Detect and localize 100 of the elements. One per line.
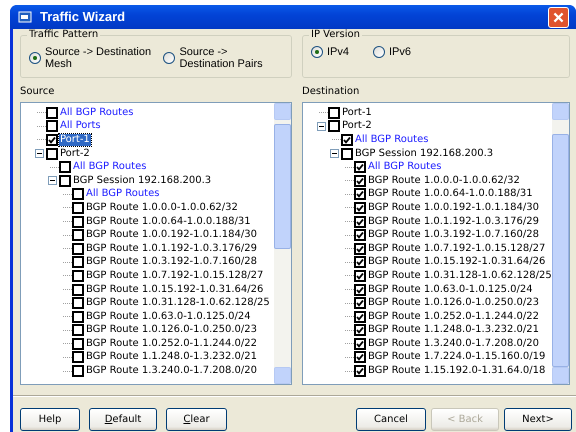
scrollbar[interactable] bbox=[552, 103, 569, 384]
checkbox[interactable] bbox=[354, 202, 366, 214]
tree-item[interactable]: All BGP Routes bbox=[85, 188, 160, 200]
tree-item[interactable]: BGP Route 1.1.248.0-1.3.232.0/21 bbox=[367, 324, 540, 336]
checkbox[interactable] bbox=[46, 106, 58, 119]
checkbox[interactable] bbox=[354, 216, 366, 228]
radio-label[interactable]: Source -> Destination Pairs bbox=[179, 46, 283, 70]
button[interactable]: Next> bbox=[504, 408, 572, 431]
checkbox[interactable] bbox=[59, 174, 71, 187]
checkbox[interactable] bbox=[59, 161, 71, 174]
checkbox[interactable] bbox=[354, 324, 366, 336]
tree-item[interactable]: BGP Route 1.1.248.0-1.3.232.0/21 bbox=[85, 351, 258, 364]
tree-item[interactable]: BGP Route 1.0.7.192-1.0.15.128/27 bbox=[85, 270, 264, 282]
tree-item[interactable]: BGP Route 1.0.0.64-1.0.0.188/31 bbox=[85, 216, 252, 228]
tree-item[interactable]: Port-1 bbox=[59, 134, 91, 146]
tree-item[interactable]: All BGP Routes bbox=[354, 134, 430, 146]
checkbox[interactable] bbox=[354, 188, 366, 200]
tree-item[interactable]: BGP Route 1.0.3.192-1.0.7.160/28 bbox=[367, 229, 540, 242]
tree-item[interactable]: BGP Route 1.0.126.0-1.0.250.0/23 bbox=[85, 324, 258, 336]
tree-item[interactable]: BGP Route 1.0.31.128-1.0.62.128/25 bbox=[367, 270, 552, 282]
button[interactable]: Clear bbox=[166, 408, 227, 431]
tree-item[interactable]: BGP Route 1.0.63.0-1.0.125.0/24 bbox=[85, 310, 252, 323]
tree-item[interactable]: BGP Route 1.0.3.192-1.0.7.160/28 bbox=[85, 256, 258, 268]
collapse-icon[interactable] bbox=[35, 149, 44, 158]
tree-item[interactable]: Port-2 bbox=[341, 120, 373, 132]
checkbox[interactable] bbox=[341, 134, 353, 146]
tree-item[interactable]: BGP Route 1.0.126.0-1.0.250.0/23 bbox=[367, 297, 540, 310]
radio-button[interactable] bbox=[311, 46, 323, 58]
radio-label[interactable]: IPv6 bbox=[389, 46, 412, 58]
radio-button[interactable] bbox=[163, 52, 176, 64]
checkbox[interactable] bbox=[72, 242, 84, 255]
checkbox[interactable] bbox=[72, 324, 84, 336]
checkbox[interactable] bbox=[46, 148, 58, 160]
collapse-icon[interactable] bbox=[317, 122, 326, 131]
tree-item[interactable]: BGP Route 1.0.252.0-1.1.244.0/22 bbox=[85, 338, 258, 350]
checkbox[interactable] bbox=[72, 284, 84, 296]
checkbox[interactable] bbox=[354, 297, 366, 310]
checkbox[interactable] bbox=[46, 120, 58, 132]
checkbox[interactable] bbox=[72, 297, 84, 310]
tree-item[interactable]: BGP Route 1.0.15.192-1.0.31.64/26 bbox=[367, 256, 546, 268]
checkbox[interactable] bbox=[354, 229, 366, 242]
radio-button[interactable] bbox=[29, 52, 41, 64]
button[interactable]: Help bbox=[20, 408, 80, 431]
tree-item[interactable]: BGP Route 1.0.1.192-1.0.3.176/29 bbox=[85, 242, 258, 255]
tree-item[interactable]: Port-1 bbox=[341, 106, 373, 119]
tree-item[interactable]: Port-2 bbox=[59, 148, 91, 160]
tree-item[interactable]: BGP Route 1.0.0.0-1.0.0.62/32 bbox=[367, 174, 521, 187]
checkbox[interactable] bbox=[72, 310, 84, 323]
checkbox[interactable] bbox=[354, 256, 366, 268]
checkbox[interactable] bbox=[72, 216, 84, 228]
tree-item[interactable]: BGP Route 1.0.1.192-1.0.3.176/29 bbox=[367, 216, 540, 228]
checkbox[interactable] bbox=[72, 365, 84, 378]
checkbox[interactable] bbox=[72, 338, 84, 350]
checkbox[interactable] bbox=[328, 106, 340, 119]
checkbox[interactable] bbox=[354, 174, 366, 187]
tree-item[interactable]: BGP Route 1.3.240.0-1.7.208.0/20 bbox=[85, 365, 258, 378]
checkbox[interactable] bbox=[354, 270, 366, 282]
collapse-icon[interactable] bbox=[330, 149, 339, 158]
checkbox[interactable] bbox=[354, 365, 366, 378]
tree-item[interactable]: All BGP Routes bbox=[59, 106, 134, 119]
checkbox[interactable] bbox=[354, 161, 366, 174]
tree-item[interactable]: BGP Route 1.0.0.64-1.0.0.188/31 bbox=[367, 188, 534, 200]
tree-item[interactable]: All Ports bbox=[59, 120, 102, 132]
checkbox[interactable] bbox=[328, 120, 340, 132]
checkbox[interactable] bbox=[72, 229, 84, 242]
collapse-icon[interactable] bbox=[48, 176, 57, 186]
tree-item[interactable]: BGP Route 1.0.31.128-1.0.62.128/25 bbox=[85, 297, 271, 310]
tree-item[interactable]: BGP Route 1.0.0.192-1.0.1.184/30 bbox=[367, 202, 540, 214]
button[interactable]: Default bbox=[89, 408, 157, 431]
close-icon[interactable] bbox=[548, 6, 569, 28]
checkbox[interactable] bbox=[72, 351, 84, 364]
checkbox[interactable] bbox=[72, 202, 84, 214]
checkbox[interactable] bbox=[354, 338, 366, 350]
tree-item[interactable]: BGP Route 1.0.63.0-1.0.125.0/24 bbox=[367, 284, 534, 296]
checkbox[interactable] bbox=[341, 148, 353, 160]
checkbox[interactable] bbox=[72, 270, 84, 282]
tree-item[interactable]: All BGP Routes bbox=[72, 161, 148, 174]
button[interactable]: Cancel bbox=[356, 408, 426, 431]
tree-item[interactable]: BGP Route 1.0.252.0-1.1.244.0/22 bbox=[367, 310, 540, 323]
tree-item[interactable]: BGP Session 192.168.200.3 bbox=[72, 174, 212, 187]
radio-label[interactable]: Source -> Destination Mesh bbox=[45, 46, 163, 70]
checkbox[interactable] bbox=[354, 284, 366, 296]
radio-label[interactable]: IPv4 bbox=[327, 46, 350, 58]
tree-item[interactable]: BGP Route 1.0.0.0-1.0.0.62/32 bbox=[85, 202, 239, 214]
radio-button[interactable] bbox=[373, 46, 385, 58]
tree-item[interactable]: BGP Route 1.0.0.192-1.0.1.184/30 bbox=[85, 229, 258, 242]
tree-item[interactable]: BGP Session 192.168.200.3 bbox=[354, 148, 494, 160]
tree-item[interactable]: BGP Route 1.0.15.192-1.0.31.64/26 bbox=[85, 284, 264, 296]
checkbox[interactable] bbox=[72, 256, 84, 268]
checkbox[interactable] bbox=[72, 188, 84, 200]
tree-item[interactable]: All BGP Routes bbox=[367, 161, 442, 174]
scrollbar[interactable] bbox=[274, 103, 291, 384]
checkbox[interactable] bbox=[354, 351, 366, 364]
checkbox[interactable] bbox=[354, 242, 366, 255]
tree-item[interactable]: BGP Route 1.7.224.0-1.15.160.0/19 bbox=[367, 351, 546, 364]
tree-item[interactable]: BGP Route 1.0.7.192-1.0.15.128/27 bbox=[367, 242, 546, 255]
tree-item[interactable]: BGP Route 1.15.192.0-1.31.64.0/18 bbox=[367, 365, 546, 378]
checkbox[interactable] bbox=[46, 134, 58, 146]
tree-item[interactable]: BGP Route 1.3.240.0-1.7.208.0/20 bbox=[367, 338, 540, 350]
checkbox[interactable] bbox=[354, 310, 366, 323]
